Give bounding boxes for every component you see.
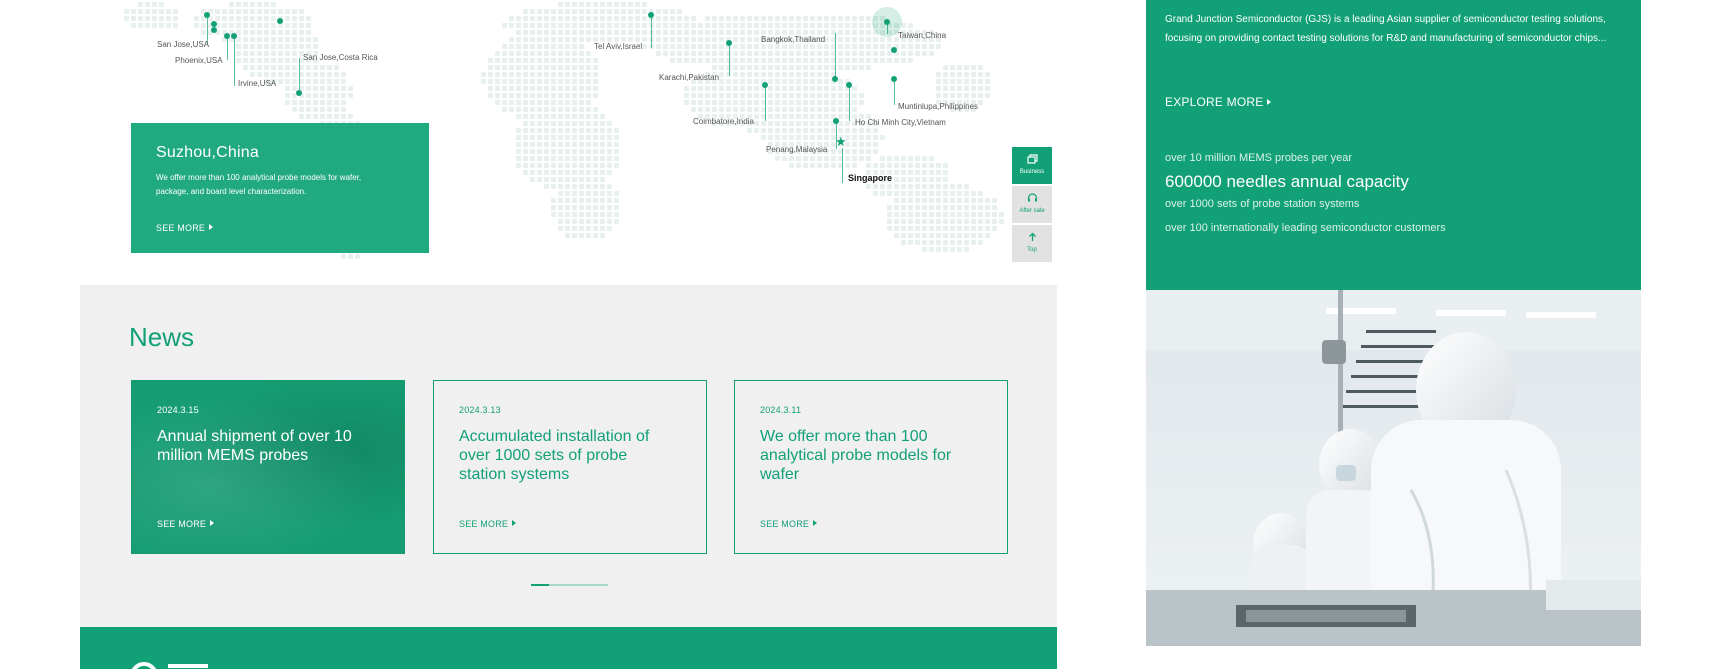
location-card: Suzhou,China We offer more than 100 anal… [131, 123, 429, 253]
map-label-irvine: Irvine,USA [238, 79, 277, 88]
news-card[interactable]: 2024.3.13 Accumulated installation of ov… [433, 380, 707, 554]
footer-band [80, 627, 1057, 669]
after-sale-label: After sale [1019, 208, 1045, 214]
cleanroom-illustration [1146, 290, 1641, 646]
business-label: Business [1019, 169, 1045, 175]
map-connector [887, 22, 888, 34]
map-label-ho-chi-minh: Ho Chi Minh City,Vietnam [855, 118, 946, 127]
map-connector [227, 38, 228, 60]
stat-line: over 10 million MEMS probes per year [1165, 152, 1353, 164]
caret-right-icon [512, 520, 517, 526]
news-headline: Accumulated installation of over 1000 se… [459, 428, 650, 483]
caret-right-icon [1267, 99, 1272, 105]
map-label-san-jose-usa: San Jose,USA [157, 40, 210, 49]
map-connector [234, 38, 235, 86]
see-more-label: SEE MORE [760, 519, 810, 529]
explore-more-label: EXPLORE MORE [1165, 95, 1264, 109]
map-pin[interactable] [277, 18, 283, 24]
map-label-bangkok: Bangkok,Thailand [761, 35, 826, 44]
map-label-tel-aviv: Tel Aviv,Israel [594, 42, 643, 51]
map-pin[interactable] [211, 27, 217, 33]
map-pin[interactable] [832, 76, 838, 82]
stat-highlight: 600000 needles annual capacity [1165, 172, 1409, 191]
map-label-coimbatore: Coimbatore,India [693, 117, 754, 126]
map-connector [835, 33, 836, 79]
map-label-phoenix: Phoenix,USA [175, 56, 223, 65]
news-date: 2024.3.15 [157, 405, 199, 415]
map-pin[interactable] [891, 47, 897, 53]
map-label-penang: Penang,Malaysia [766, 145, 828, 154]
pager-active-indicator [531, 584, 549, 586]
caret-right-icon [210, 520, 215, 526]
headset-icon [1012, 193, 1052, 206]
footer-logo [130, 662, 158, 669]
map-label-muntinlupa: Muntinlupa,Philippines [898, 102, 979, 111]
explore-more-link[interactable]: EXPLORE MORE [1165, 95, 1272, 109]
map-connector [765, 85, 766, 121]
business-button[interactable]: Business [1012, 147, 1052, 184]
cleanroom-photo [1146, 290, 1641, 646]
footer-logo-mark [168, 664, 208, 669]
floating-toolbar: Business After sale Top [1012, 147, 1052, 264]
location-see-more-link[interactable]: SEE MORE [156, 223, 214, 233]
map-connector [894, 79, 895, 105]
map-connector [842, 148, 843, 183]
news-card[interactable]: 2024.3.11 We offer more than 100 analyti… [734, 380, 1008, 554]
map-connector [729, 43, 730, 76]
location-card-title: Suzhou,China [156, 144, 259, 161]
about-box: Grand Junction Semiconductor (GJS) is a … [1146, 0, 1641, 290]
caret-right-icon [209, 224, 214, 230]
arrow-up-icon [1012, 232, 1052, 245]
news-date: 2024.3.11 [760, 405, 802, 415]
news-card[interactable]: 2024.3.15 Annual shipment of over 10 mil… [131, 380, 405, 554]
map-connector [849, 85, 850, 121]
map-connector [299, 58, 300, 90]
map-label-san-jose-costa-rica: San Jose,Costa Rica [303, 53, 378, 62]
window-icon [1012, 154, 1052, 167]
news-carousel-pager[interactable] [531, 584, 608, 586]
left-panel: San Jose,USA Phoenix,USA Irvine,USA San … [80, 0, 1057, 669]
about-description: Grand Junction Semiconductor (GJS) is a … [1165, 14, 1607, 44]
news-headline: We offer more than 100 analytical probe … [760, 428, 952, 483]
see-more-label: SEE MORE [156, 223, 206, 233]
news-heading: News [129, 322, 195, 352]
news-see-more-link[interactable]: SEE MORE [157, 519, 215, 529]
news-date: 2024.3.13 [459, 405, 501, 415]
see-more-label: SEE MORE [459, 519, 509, 529]
news-headline: Annual shipment of over 10 million MEMS … [157, 428, 352, 464]
after-sale-button[interactable]: After sale [1012, 186, 1052, 223]
stat-line: over 1000 sets of probe station systems [1165, 198, 1360, 210]
world-map-section: San Jose,USA Phoenix,USA Irvine,USA San … [80, 0, 1057, 285]
news-section: News 2024.3.15 Annual shipment of over 1… [80, 285, 1057, 627]
back-to-top-button[interactable]: Top [1012, 225, 1052, 262]
see-more-label: SEE MORE [157, 519, 207, 529]
map-label-taiwan: Taiwan,China [898, 31, 947, 40]
map-label-singapore: Singapore [848, 173, 893, 183]
map-connector [651, 15, 652, 48]
singapore-star-icon[interactable]: ★ [835, 135, 847, 148]
news-see-more-link[interactable]: SEE MORE [459, 519, 517, 529]
caret-right-icon [813, 520, 818, 526]
location-card-description: We offer more than 100 analytical probe … [156, 173, 362, 196]
map-pin[interactable] [204, 12, 210, 18]
map-pin[interactable] [296, 90, 302, 96]
news-see-more-link[interactable]: SEE MORE [760, 519, 818, 529]
top-label: Top [1027, 247, 1037, 253]
right-panel: Grand Junction Semiconductor (GJS) is a … [1146, 0, 1641, 646]
map-label-karachi: Karachi,Pakistan [659, 73, 720, 82]
stat-line: over 100 internationally leading semicon… [1165, 222, 1446, 234]
